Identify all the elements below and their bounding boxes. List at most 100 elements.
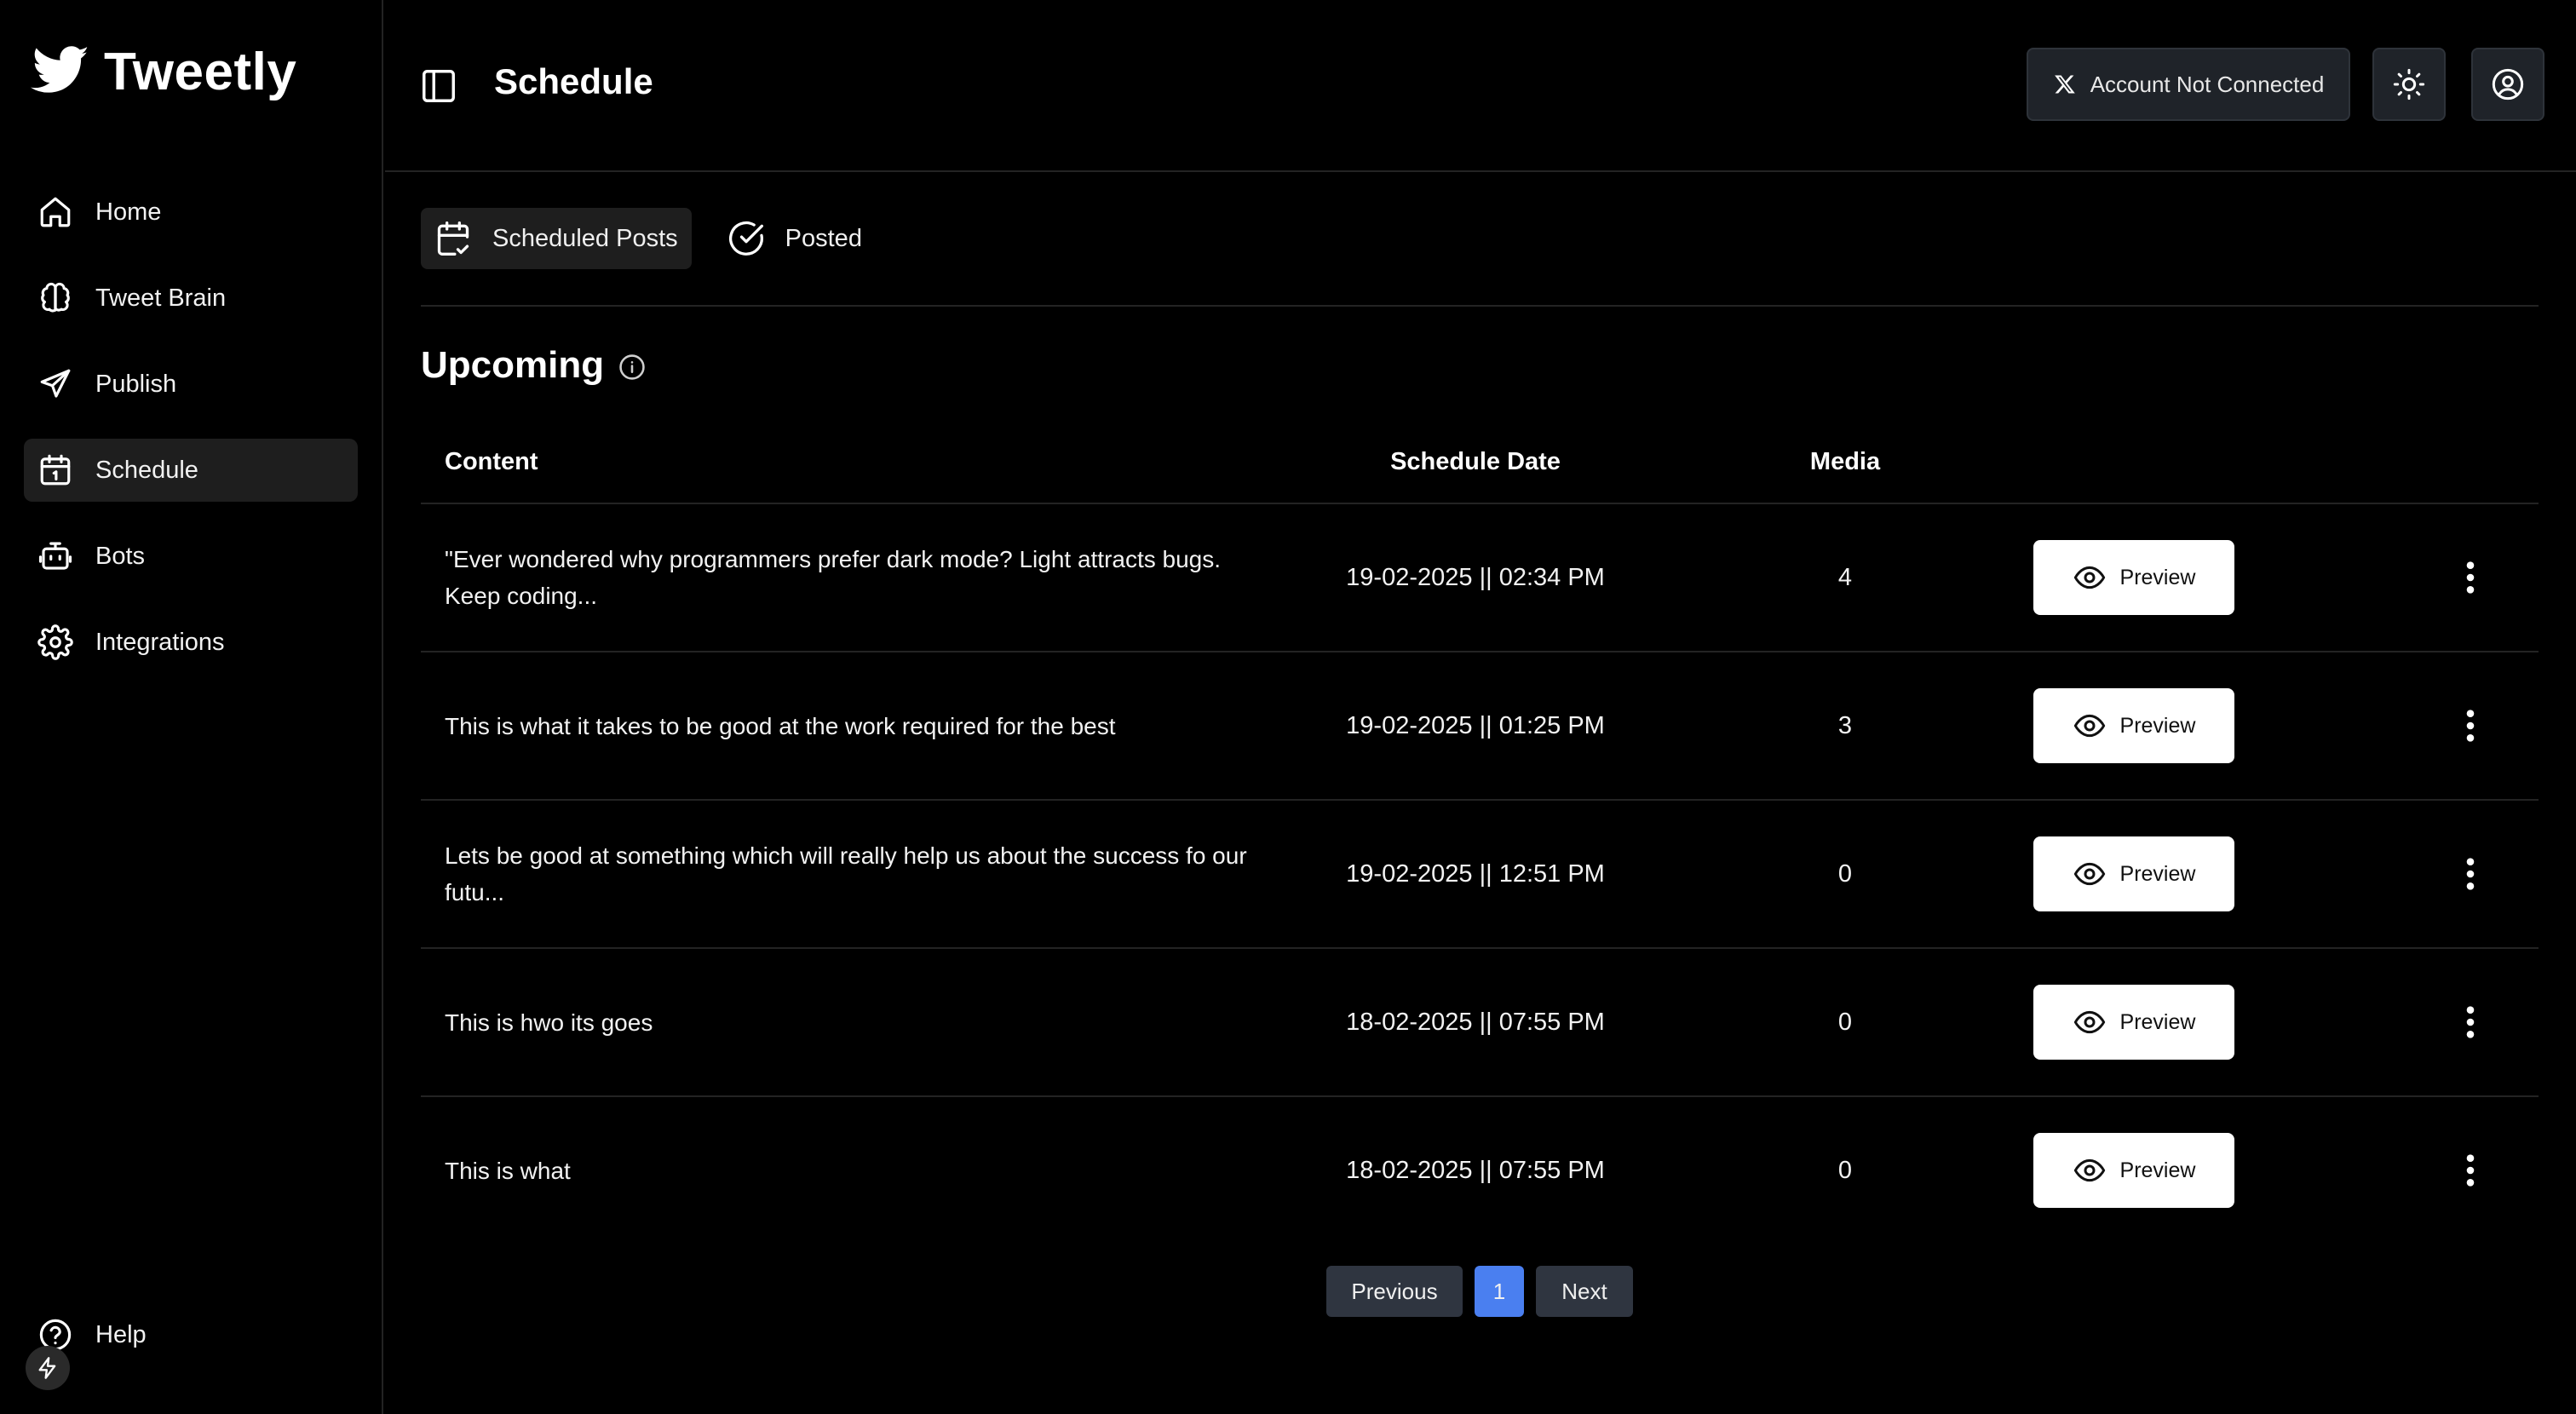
sidebar-item-label: Home xyxy=(95,198,162,226)
table-row: This is what it takes to be good at the … xyxy=(421,652,2539,801)
eye-icon xyxy=(2073,566,2105,589)
eye-icon xyxy=(2073,714,2105,738)
scheduled-posts-table: Content Schedule Date Media "Ever wonder… xyxy=(421,426,2539,1245)
sidebar-item-home[interactable]: Home xyxy=(24,181,358,244)
sun-icon xyxy=(2393,68,2425,101)
page-number-button[interactable]: 1 xyxy=(1475,1266,1524,1317)
column-header-media: Media xyxy=(1809,448,1881,475)
preview-button[interactable]: Preview xyxy=(2033,985,2234,1060)
section-title: Upcoming xyxy=(421,344,605,386)
quick-action-button[interactable] xyxy=(26,1346,70,1390)
sidebar-item-label: Publish xyxy=(95,370,177,398)
preview-label: Preview xyxy=(2119,1009,2196,1034)
post-media-count: 0 xyxy=(1837,1156,1853,1184)
home-icon xyxy=(40,197,71,227)
post-media-count: 0 xyxy=(1837,859,1853,888)
check-circle-icon xyxy=(728,221,763,256)
post-schedule-date: 19-02-2025 || 12:51 PM xyxy=(1346,859,1605,888)
preview-button[interactable]: Preview xyxy=(2033,540,2234,615)
eye-icon xyxy=(2073,1010,2105,1034)
brain-icon xyxy=(41,283,70,313)
account-status-label: Account Not Connected xyxy=(2090,71,2325,97)
help-label: Help xyxy=(95,1320,147,1348)
bot-icon xyxy=(38,542,72,570)
send-icon xyxy=(40,369,71,398)
row-actions-button[interactable] xyxy=(2460,559,2481,596)
page-title: Schedule xyxy=(494,61,653,101)
lightning-icon xyxy=(38,1357,56,1379)
sidebar-item-integrations[interactable]: Integrations xyxy=(24,611,358,674)
x-logo-icon xyxy=(2054,75,2075,94)
sidebar-item-bots[interactable]: Bots xyxy=(24,525,358,588)
gear-icon xyxy=(37,624,73,660)
table-row: This is what 18-02-2025 || 07:55 PM 0 Pr… xyxy=(421,1097,2539,1245)
calendar-icon xyxy=(40,454,71,486)
sidebar-item-label: Schedule xyxy=(95,456,198,484)
more-vertical-icon xyxy=(2466,710,2475,742)
more-vertical-icon xyxy=(2466,858,2475,890)
schedule-tabs: Scheduled Posts Posted xyxy=(421,208,876,269)
post-content: "Ever wondered why programmers prefer da… xyxy=(445,546,1222,609)
post-content: Lets be good at something which will rea… xyxy=(445,842,1247,905)
row-actions-button[interactable] xyxy=(2460,1152,2481,1189)
user-circle-icon xyxy=(2492,68,2524,101)
sidebar-item-publish[interactable]: Publish xyxy=(24,353,358,416)
sidebar-item-label: Tweet Brain xyxy=(95,284,227,312)
app-root: Tweetly Home Tweet Brain Publish Schedul… xyxy=(0,0,2576,1414)
table-header: Content Schedule Date Media xyxy=(421,426,2539,504)
preview-button[interactable]: Preview xyxy=(2033,688,2234,763)
post-media-count: 4 xyxy=(1837,563,1853,591)
preview-label: Preview xyxy=(2119,713,2196,738)
post-schedule-date: 18-02-2025 || 07:55 PM xyxy=(1346,1156,1605,1184)
eye-icon xyxy=(2073,1158,2105,1182)
sidebar-nav: Home Tweet Brain Publish Schedule Bots I… xyxy=(24,181,358,697)
divider xyxy=(421,305,2539,307)
tab-scheduled-posts[interactable]: Scheduled Posts xyxy=(421,208,692,269)
row-actions-button[interactable] xyxy=(2460,707,2481,744)
sidebar-item-schedule[interactable]: Schedule xyxy=(24,439,358,502)
preview-button[interactable]: Preview xyxy=(2033,1133,2234,1208)
post-schedule-date: 19-02-2025 || 01:25 PM xyxy=(1346,711,1605,739)
tab-label: Scheduled Posts xyxy=(492,224,678,252)
page-header: Schedule Account Not Connected xyxy=(385,0,2576,172)
preview-label: Preview xyxy=(2119,861,2196,886)
more-vertical-icon xyxy=(2466,1006,2475,1038)
more-vertical-icon xyxy=(2466,561,2475,594)
preview-button[interactable]: Preview xyxy=(2033,836,2234,911)
table-row: "Ever wondered why programmers prefer da… xyxy=(421,504,2539,652)
app-name: Tweetly xyxy=(104,42,297,101)
connect-account-button[interactable]: Account Not Connected xyxy=(2027,48,2350,121)
post-media-count: 0 xyxy=(1837,1008,1853,1036)
preview-label: Preview xyxy=(2119,1158,2196,1182)
sidebar-item-label: Bots xyxy=(95,542,146,570)
row-actions-button[interactable] xyxy=(2460,1003,2481,1041)
tab-label: Posted xyxy=(785,224,862,252)
theme-toggle-button[interactable] xyxy=(2372,48,2446,121)
tab-posted[interactable]: Posted xyxy=(714,208,876,269)
pagination: Previous 1 Next xyxy=(1326,1266,1633,1317)
column-header-content: Content xyxy=(445,448,538,475)
next-page-button[interactable]: Next xyxy=(1536,1266,1633,1317)
post-schedule-date: 18-02-2025 || 07:55 PM xyxy=(1346,1008,1605,1036)
calendar-check-icon xyxy=(437,221,469,256)
bird-logo-icon xyxy=(30,46,89,93)
row-actions-button[interactable] xyxy=(2460,855,2481,893)
sidebar: Tweetly Home Tweet Brain Publish Schedul… xyxy=(0,0,383,1414)
post-content: This is what it takes to be good at the … xyxy=(445,712,1116,739)
post-media-count: 3 xyxy=(1837,711,1853,739)
table-row: This is hwo its goes 18-02-2025 || 07:55… xyxy=(421,949,2539,1097)
sidebar-toggle-icon[interactable] xyxy=(419,66,458,106)
post-content: This is what xyxy=(445,1157,571,1184)
eye-icon xyxy=(2073,862,2105,886)
previous-page-button[interactable]: Previous xyxy=(1326,1266,1463,1317)
user-menu-button[interactable] xyxy=(2471,48,2544,121)
logo[interactable]: Tweetly xyxy=(24,36,296,107)
sidebar-item-tweet-brain[interactable]: Tweet Brain xyxy=(24,267,358,330)
more-vertical-icon xyxy=(2466,1154,2475,1187)
column-header-date: Schedule Date xyxy=(1390,448,1561,475)
table-row: Lets be good at something which will rea… xyxy=(421,801,2539,949)
section-header: Upcoming xyxy=(421,344,647,387)
preview-label: Preview xyxy=(2119,565,2196,589)
info-icon[interactable] xyxy=(618,353,647,382)
sidebar-item-label: Integrations xyxy=(95,628,225,656)
